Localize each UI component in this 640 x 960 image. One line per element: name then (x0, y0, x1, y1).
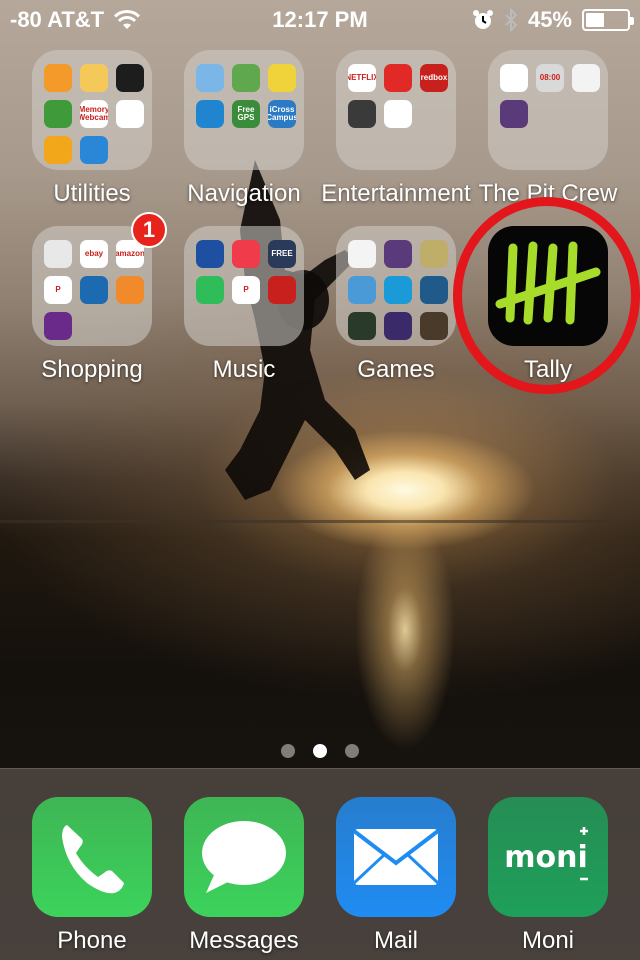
folder-icon: ebay amazon P 1 (32, 212, 167, 346)
folder-shopping[interactable]: ebay amazon P 1 Shopping (17, 212, 167, 384)
waze-icon (268, 64, 296, 92)
speech-bubble-icon (184, 797, 304, 917)
tic-tac-toe-icon (420, 240, 448, 268)
find-my-iphone-icon (44, 100, 72, 128)
folder-the-pit-crew[interactable]: 08:00 The Pit Crew (473, 50, 623, 208)
pandora-icon: P (232, 276, 260, 304)
battery-level (586, 13, 604, 27)
folder-entertainment[interactable]: NETFLIX redbox Entertainment (321, 50, 471, 208)
game-2-icon (384, 240, 412, 268)
starbucks-pattern-icon (44, 240, 72, 268)
folder-icon: FREE P (184, 226, 304, 346)
app-label: Mail (373, 927, 418, 954)
phone-glyph (62, 825, 124, 894)
subway-surfers-icon (384, 312, 412, 340)
maps-icon (196, 64, 224, 92)
folder-icon: NETFLIX redbox (336, 50, 456, 170)
dock-app-mail[interactable]: Mail (321, 797, 471, 955)
wifi-clock-icon: 08:00 (536, 64, 564, 92)
app-label: Music (212, 356, 276, 383)
phone-icon (32, 797, 152, 917)
netflix-icon: NETFLIX (348, 64, 376, 92)
fruit-ninja-icon (348, 312, 376, 340)
cube-icon (500, 100, 528, 128)
battery-percent: 45% (527, 7, 572, 32)
alarm-icon (472, 10, 493, 29)
podcasts-icon (80, 64, 108, 92)
envelope-icon (336, 797, 456, 917)
folder-utilities[interactable]: Memory Webcam Utilities (17, 50, 167, 208)
spotify-icon (196, 276, 224, 304)
chromecast-icon (384, 100, 412, 128)
dominos-icon (80, 276, 108, 304)
folder-navigation[interactable]: Free GPS iCross Campus Navigation (169, 50, 319, 208)
dock: Phone Messages Mail moni Moni (0, 768, 640, 960)
ipass-icon (80, 136, 108, 164)
moni-logo-icon: moni (488, 797, 608, 917)
notification-badge: 1 (131, 212, 167, 248)
envelope-glyph (352, 829, 440, 885)
page-dot[interactable] (345, 744, 359, 758)
wish-heart-icon (44, 312, 72, 340)
battery-icon (582, 9, 634, 31)
page-indicator[interactable] (0, 744, 640, 758)
runkeeper-icon (196, 100, 224, 128)
calculator-icon (44, 64, 72, 92)
youtube-icon (384, 64, 412, 92)
app-label: Entertainment (321, 180, 471, 207)
moni-logo-text: moni (504, 840, 588, 875)
shop-app-icon (116, 276, 144, 304)
candy-crush-icon (348, 276, 376, 304)
doors-icon (420, 312, 448, 340)
bluetooth-icon (505, 8, 518, 32)
page-dot[interactable] (281, 744, 295, 758)
dock-app-phone[interactable]: Phone (17, 797, 167, 955)
folder-music[interactable]: FREE P Music (169, 226, 319, 384)
free-gps-icon: Free GPS (232, 100, 260, 128)
folder-icon (336, 226, 456, 346)
moni-logo-glyph: moni (504, 827, 588, 881)
app-label: Moni (521, 927, 575, 954)
notepad-icon (572, 64, 600, 92)
iheartradio-icon (268, 276, 296, 304)
app-label: Navigation (187, 180, 301, 207)
google-maps-icon (232, 64, 260, 92)
paypal-icon: P (44, 276, 72, 304)
globe-free-icon: FREE (268, 240, 296, 268)
app-label: Games (357, 356, 435, 383)
app-label: Phone (57, 927, 127, 954)
app-label: Utilities (53, 180, 131, 207)
folder-icon: Free GPS iCross Campus (184, 50, 304, 170)
folder-games[interactable]: Games (321, 226, 471, 384)
speech-bubble-glyph (202, 821, 286, 893)
folder-icon: 08:00 (488, 50, 608, 170)
app-label: Shopping (41, 356, 143, 383)
google-drive-icon (116, 100, 144, 128)
status-bar: -80 AT&T 12:17 PM 45% (0, 0, 640, 40)
memory-webcam-icon: Memory Webcam (80, 100, 108, 128)
dock-app-moni[interactable]: moni Moni (473, 797, 623, 955)
app-label: Messages (189, 927, 299, 954)
folder-icon: Memory Webcam (32, 50, 152, 170)
redbox-icon: redbox (420, 64, 448, 92)
dock-app-messages[interactable]: Messages (169, 797, 319, 955)
shazam-blue-icon (196, 240, 224, 268)
quickoffice-icon (44, 136, 72, 164)
att-icon (500, 64, 528, 92)
icross-campus-icon: iCross Campus (268, 100, 296, 128)
cut-the-rope-icon (420, 276, 448, 304)
sun-reflection (355, 520, 455, 770)
page-dot[interactable] (313, 744, 327, 758)
voice-memos-icon (116, 64, 144, 92)
target-game-icon (384, 276, 412, 304)
game-center-icon (348, 240, 376, 268)
ebay-icon: ebay (80, 240, 108, 268)
itunes-music-icon (232, 240, 260, 268)
highlight-circle (453, 197, 640, 394)
horizon-line (0, 520, 640, 523)
tv-remote-icon (348, 100, 376, 128)
